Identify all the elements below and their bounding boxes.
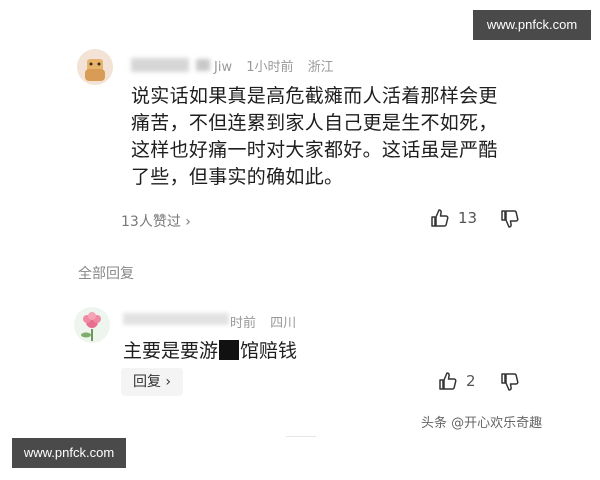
reply-button-label: 回复	[132, 374, 161, 390]
chevron-right-icon: ›	[165, 374, 172, 390]
like-button[interactable]: 13	[430, 208, 477, 228]
watermark-bottom: www.pnfck.com	[12, 438, 126, 468]
reply-text-end: 馆赔钱	[240, 340, 298, 362]
comment-location: 浙江	[307, 60, 334, 75]
thumbs-down-icon	[501, 373, 519, 391]
likes-link[interactable]: 13人赞过 ›	[121, 211, 191, 231]
commenter-avatar[interactable]	[77, 49, 113, 85]
like-count: 13	[458, 209, 478, 227]
avatar-cartoon-icon	[77, 49, 113, 85]
reply-like-button[interactable]: 2	[438, 371, 476, 391]
comment-time: 1小时前	[246, 60, 294, 75]
thumbs-down-icon	[501, 210, 519, 228]
comment-text: 说实话如果真是高危截瘫而人活着那样会更 痛苦，不但连累到家人自己更是生不如死， …	[131, 83, 531, 191]
comment-page: www.pnfck.com Jiw 1小时前 浙江 说实话如果真是高危截瘫而人活…	[0, 0, 600, 480]
username-blurred	[131, 58, 189, 72]
reply-text-start: 主要是要游	[123, 340, 219, 362]
thumbs-up-icon	[431, 209, 449, 227]
watermark-top: www.pnfck.com	[473, 10, 591, 40]
reply-text: 主要是要游 馆赔钱	[123, 336, 297, 363]
comment-line: 这样也好痛一时对大家都好。这话虽是严酷	[131, 139, 498, 161]
comment-line: 了些，但事实的确如此。	[131, 166, 344, 188]
comment-line: 痛苦，不但连累到家人自己更是生不如死，	[131, 112, 498, 134]
reply-location: 四川	[270, 316, 297, 331]
reply-username-blurred	[123, 313, 229, 325]
comment-meta: Jiw 1小时前 浙江	[214, 56, 344, 75]
reply-meta: 时前 四川	[230, 312, 306, 331]
likes-link-label: 13人赞过	[121, 214, 181, 230]
dislike-button[interactable]	[500, 209, 520, 229]
divider	[286, 436, 316, 437]
censor-block	[219, 340, 240, 360]
reply-time: 时前	[230, 316, 257, 331]
comment-line: 说实话如果真是高危截瘫而人活着那样会更	[131, 85, 498, 107]
username-suffix: Jiw	[214, 60, 233, 75]
reply-avatar[interactable]	[74, 307, 110, 343]
chevron-right-icon: ›	[185, 214, 191, 230]
reply-dislike-button[interactable]	[500, 372, 520, 392]
source-credit: 头条 @开心欢乐奇趣	[421, 416, 543, 431]
thumbs-up-icon	[439, 372, 457, 390]
username-blurred-tail	[196, 59, 210, 71]
reply-button[interactable]: 回复 ›	[121, 368, 183, 396]
all-replies-heading: 全部回复	[78, 266, 134, 282]
avatar-flower-icon	[74, 307, 110, 343]
reply-like-count: 2	[466, 372, 476, 390]
